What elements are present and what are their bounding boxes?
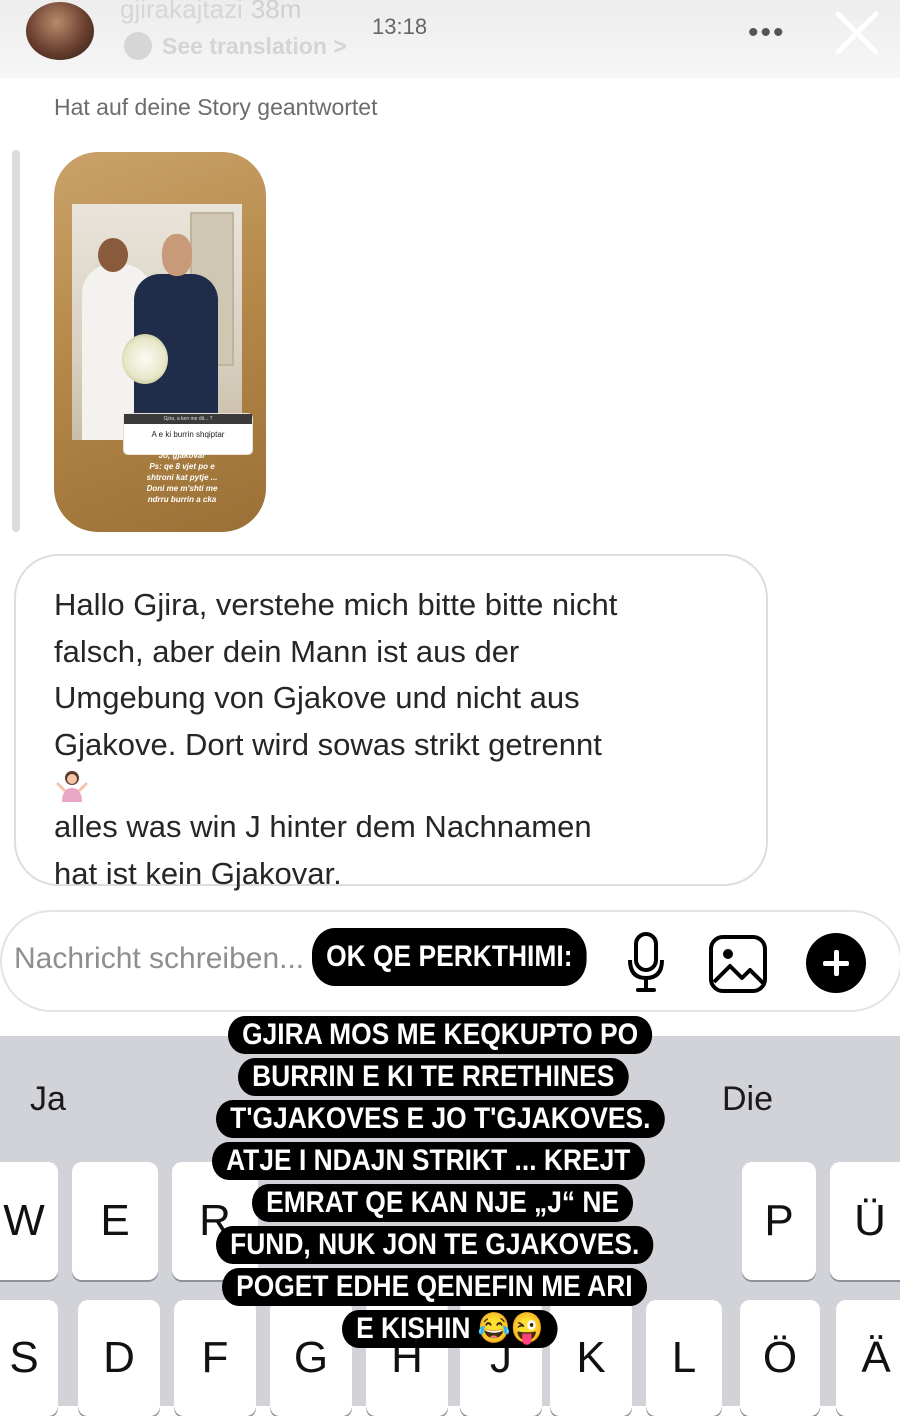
plus-icon[interactable] [806,933,866,993]
photo-bouquet [122,334,168,384]
key-w[interactable]: W [0,1162,58,1280]
key-d[interactable]: D [78,1300,160,1416]
microphone-icon[interactable] [626,930,666,999]
caption-line: GJIRA MOS ME KEQKUPTO PO [228,1016,653,1054]
question-sticker: Gjira, a ken me dit... ? A e ki burrin s… [124,414,252,454]
suggestion-left[interactable]: Ja [30,1080,66,1119]
caption-line: POGET EDHE QENEFIN ME ARI [222,1268,647,1306]
caption-line: BURRIN E KI TE RRETHINES [238,1058,629,1096]
answer-line: Doni me m'shti me [146,484,218,493]
key-e[interactable]: E [72,1162,158,1280]
caption-line: EMRAT QE KAN NJE „J“ NE [252,1184,634,1222]
close-icon[interactable] [832,8,882,63]
key-p[interactable]: P [742,1162,816,1280]
status-clock: 13:18 [372,14,428,39]
message-input[interactable]: Nachricht schreiben... [14,942,312,976]
question-sticker-header: Gjira, a ken me dit... ? [124,414,252,424]
caption-line: FUND, NUK JON TE GJAKOVES. [216,1226,654,1264]
reply-indicator-bar [12,150,20,532]
key-l[interactable]: L [646,1300,722,1416]
key-u-umlaut[interactable]: Ü [830,1162,900,1280]
answer-line: Ps: qe 8 vjet po e [149,462,215,471]
message-line: hat ist kein Gjakovar. [54,855,342,891]
story-answer-text: Jo, gjakovar Ps: qe 8 vjet po e shtroni … [130,450,234,505]
username-text: gjirakajtazi [120,0,243,24]
caption-line: T'GJAKOVES E JO T'GJAKOVES. [216,1100,665,1138]
story-username[interactable]: gjirakajtazi 38m [120,0,301,25]
message-line: Gjakove. Dort wird sowas strikt getrennt [54,726,602,762]
person-shrugging-emoji [54,768,90,804]
gallery-icon[interactable] [708,934,768,999]
translate-icon [124,32,152,60]
story-photo [72,204,242,440]
message-line: Hallo Gjira, verstehe mich bitte bitte n… [54,587,618,622]
caption-line: ATJE I NDAJN STRIKT ... KREJT [212,1142,645,1180]
more-dots-icon[interactable]: ••• [748,16,786,50]
message-line: falsch, aber dein Mann ist aus der [54,633,520,669]
story-reply-label: Hat auf deine Story geantwortet [54,94,378,120]
see-translation-link[interactable]: See translation > [124,32,347,60]
story-thumbnail[interactable]: Gjira, a ken me dit... ? A e ki burrin s… [54,152,266,532]
message-line: alles was win J hinter dem Nachnamen [54,809,592,845]
avatar[interactable] [26,2,94,60]
key-a-umlaut[interactable]: Ä [836,1300,900,1416]
key-f[interactable]: F [174,1300,256,1416]
caption-line: E KISHIN 😂😜 [342,1310,558,1348]
key-o-umlaut[interactable]: Ö [740,1300,820,1416]
answer-line: Jo, gjakovar [158,451,206,460]
answer-line: shtroni kat pytje ... [146,473,218,482]
story-age: 38m [250,0,302,24]
suggestion-right[interactable]: Die [722,1080,773,1119]
caption-title: OK QE PERKTHIMI: [312,928,587,986]
key-g[interactable]: G [270,1300,352,1416]
answer-line: ndrru burrin a cka [147,495,217,504]
photo-groom-head [162,234,192,276]
see-translation-label: See translation > [162,32,347,59]
message-line-with-emoji: alles was win J hinter dem Nachnamen [54,768,736,851]
key-s[interactable]: S [0,1300,58,1416]
message-line: Umgebung von Gjakove und nicht aus [54,680,580,716]
photo-bride-head [98,238,128,272]
message-bubble[interactable]: Hallo Gjira, verstehe mich bitte bitte n… [14,554,768,891]
question-sticker-text: A e ki burrin shqiptar [151,430,225,439]
key-k[interactable]: K [550,1300,632,1416]
